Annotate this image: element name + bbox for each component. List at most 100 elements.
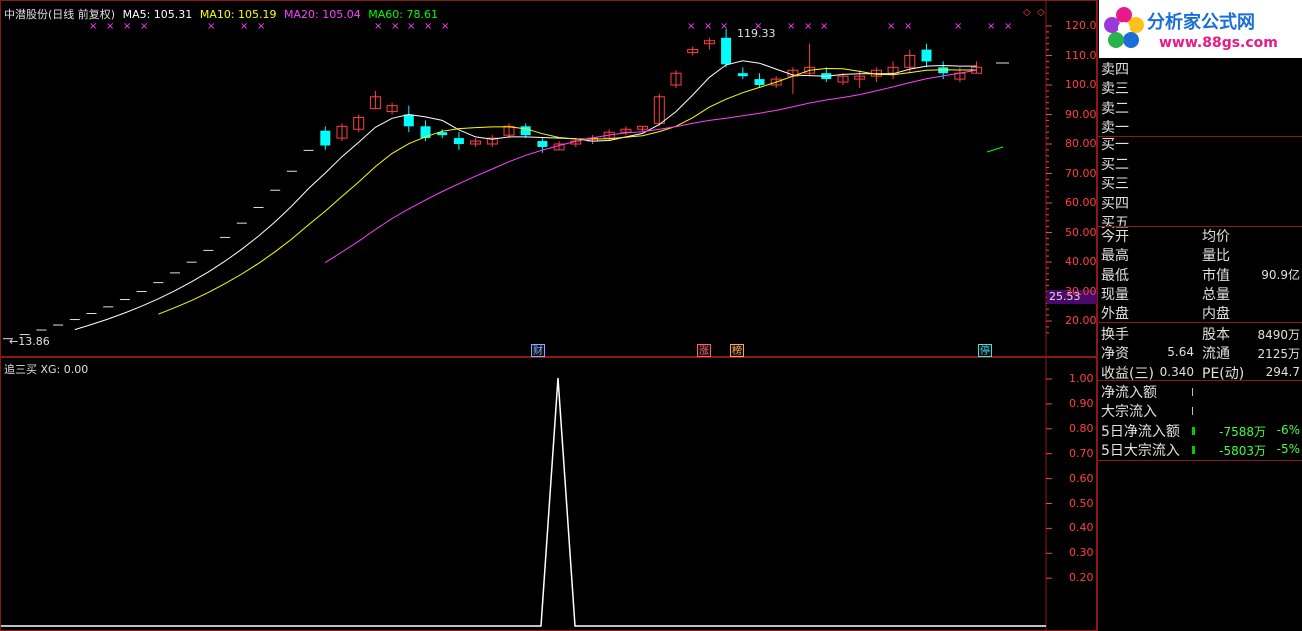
signal-x-icon: × (820, 21, 828, 32)
signal-x-icon: × (140, 21, 148, 32)
ma10-line (158, 67, 977, 315)
price-chart-pane[interactable]: 中潜股份(日线 前复权) MA5: 105.31 MA10: 105.19 MA… (0, 0, 1104, 357)
stat-label: 现量 (1101, 286, 1129, 303)
indicator-tick: 1.00 (1069, 372, 1094, 385)
panel-divider (1098, 380, 1302, 381)
signal-x-icon: × (391, 21, 399, 32)
stat-label: 内盘 (1202, 306, 1230, 323)
indicator-tick: 0.60 (1069, 471, 1094, 485)
indicator-tick: 0.70 (1069, 446, 1094, 460)
signal-x-icon: × (441, 21, 449, 32)
flow-bar-empty (1192, 407, 1193, 416)
signal-x-icon: × (704, 21, 712, 32)
fund-value: 0.340 (1159, 364, 1194, 379)
flow-label: 大宗流入 (1101, 404, 1157, 421)
candle-down (537, 141, 548, 147)
price-tick: 50.00 (1065, 225, 1097, 239)
fund-label: 换手 (1101, 327, 1129, 343)
buy-level-label: 买一 (1101, 137, 1129, 153)
event-marker[interactable]: 榜 (730, 344, 744, 357)
price-tick: 70.00 (1065, 166, 1097, 180)
expand-icon[interactable]: ◇ (1023, 7, 1031, 18)
low-arrow-icon: ← (9, 335, 19, 348)
flow-pct: -6% (1276, 422, 1300, 437)
buy-level-label: 买四 (1101, 195, 1129, 212)
event-marker[interactable]: 财 (531, 344, 545, 357)
sell-level-label: 卖三 (1101, 81, 1129, 97)
high-label: 119.33 (737, 27, 776, 40)
flow-pct: -5% (1276, 441, 1300, 456)
signal-x-icon: × (407, 21, 415, 32)
indicator-chart[interactable] (1, 358, 1096, 630)
panel-divider (1098, 322, 1302, 323)
market-value: 90.9亿 (1261, 268, 1300, 282)
signal-x-icon: × (720, 21, 728, 32)
flow-bar (1192, 426, 1195, 435)
candle-down (921, 49, 932, 62)
signal-x-icon: × (887, 21, 895, 32)
stat-label: 市值 (1202, 267, 1230, 284)
indicator-tick: 0.80 (1069, 421, 1094, 435)
indicator-tick: 0.40 (1069, 521, 1094, 535)
candle-down (520, 126, 531, 136)
indicator-tick: 0.30 (1069, 546, 1094, 560)
flow-label: 净流入额 (1101, 385, 1157, 401)
signal-x-icon: × (1004, 21, 1012, 32)
ma5-line (74, 60, 977, 331)
sell-level-label: 卖四 (1101, 61, 1129, 78)
logo-title: 分析家公式网 (1147, 12, 1255, 33)
stat-label: 外盘 (1101, 306, 1129, 323)
xg-signal-line (1, 377, 1046, 627)
fund-label: 净资 (1101, 346, 1129, 363)
low-label: 13.86 (18, 335, 50, 348)
indicator-pane[interactable]: 追三买 XG: 0.00 1.00 0.90 0.80 0.70 0.60 0.50 0.4… (0, 357, 1097, 631)
fund-value: 2125万 (1257, 347, 1300, 362)
candle-down (721, 37, 732, 65)
signal-x-icon: × (987, 21, 995, 32)
stat-label: 今开 (1101, 229, 1129, 245)
ma20-line (325, 69, 977, 264)
close-pane-icon[interactable]: ◇ (1037, 7, 1045, 18)
low-label-wrap: ←13.86 (9, 335, 50, 348)
stat-label: 均价 (1202, 229, 1230, 245)
price-tick: 60.00 (1065, 196, 1097, 209)
candlestick-chart[interactable]: × × × × × × × × × × × × × × × × × × × × × × × × (1, 1, 1096, 356)
signal-x-icon: × (257, 21, 265, 32)
fund-label: 流通 (1202, 346, 1230, 363)
candle-down (754, 79, 765, 85)
flow-value: -5803万 (1219, 443, 1266, 458)
event-marker[interactable]: 涨 (697, 344, 711, 357)
flow-bar-empty (1192, 388, 1193, 396)
fund-label: 股本 (1202, 327, 1230, 343)
panel-divider (1098, 460, 1302, 461)
signal-x-icon: × (240, 21, 248, 32)
flow-label: 5日净流入额 (1101, 423, 1180, 440)
indicator-tick: 0.50 (1069, 496, 1094, 510)
fund-value: 5.64 (1167, 345, 1194, 360)
fund-value: 8490万 (1257, 328, 1300, 342)
price-tick: 90.00 (1065, 107, 1097, 121)
stat-label: 最高 (1101, 248, 1129, 265)
signal-x-icon: × (804, 21, 812, 32)
price-tick: 40.00 (1065, 255, 1097, 268)
price-tick: 20.00 (1065, 314, 1097, 327)
event-marker[interactable]: 停 (978, 344, 992, 357)
candle-down (320, 130, 331, 146)
flow-label: 5日大宗流入 (1101, 442, 1180, 459)
signal-x-icon: × (787, 21, 795, 32)
signal-x-icon: × (106, 21, 114, 32)
ma60-line (986, 146, 1004, 153)
candle-down (453, 138, 464, 144)
signal-x-icon: × (207, 21, 215, 32)
price-tick: 80.00 (1065, 137, 1097, 150)
candle-down (737, 73, 748, 77)
stat-label: 总量 (1202, 286, 1230, 303)
stat-label: 最低 (1101, 267, 1129, 284)
site-logo: 分析家公式网 www.88gs.com (1099, 0, 1302, 58)
flower-logo-icon (1104, 7, 1144, 48)
fund-value: 294.7 (1265, 364, 1300, 379)
signal-x-icon: × (374, 21, 382, 32)
flow-bar (1192, 445, 1195, 454)
signal-x-icon: × (904, 21, 912, 32)
price-tick: 30.00 (1065, 284, 1097, 298)
